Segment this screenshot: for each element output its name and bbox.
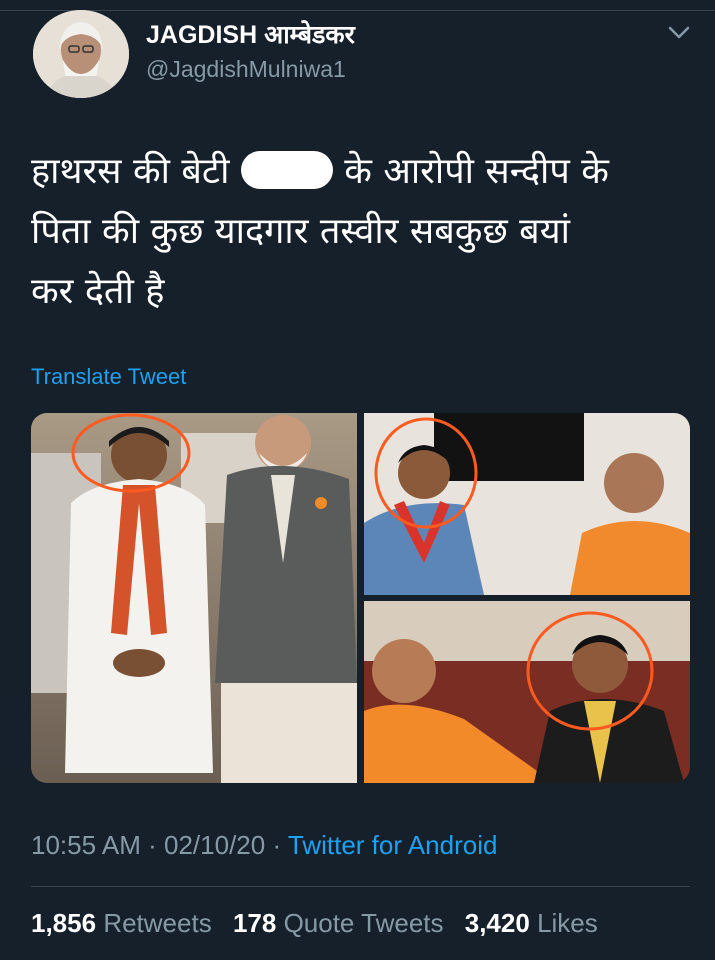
user-handle[interactable]: @JagdishMulniwa1: [146, 56, 346, 83]
tweet-photo-3[interactable]: [364, 601, 690, 783]
likes-label: Likes: [537, 908, 598, 938]
tweet-time: 10:55 AM: [31, 830, 141, 860]
avatar[interactable]: [33, 10, 129, 98]
avatar-image: [33, 10, 129, 98]
display-name[interactable]: JAGDISH आम्बेडकर: [146, 17, 355, 51]
top-divider: [0, 10, 715, 11]
retweets-stat[interactable]: 1,856 Retweets: [31, 908, 212, 938]
tweet-text: हाथरस की बेटी के आरोपी सन्दीप के पिता की…: [31, 142, 681, 322]
quotes-label: Quote Tweets: [283, 908, 444, 938]
divider: [31, 886, 690, 887]
retweets-label: Retweets: [103, 908, 212, 938]
tweet-metadata: 10:55 AM · 02/10/20 · Twitter for Androi…: [31, 830, 497, 861]
photo-grid: [31, 413, 690, 783]
retweets-count: 1,856: [31, 908, 97, 938]
tweet-photo-1[interactable]: [31, 413, 357, 783]
meta-separator: ·: [272, 830, 282, 860]
meta-separator: ·: [148, 830, 157, 860]
tweet-text-line1: हाथरस की बेटी के आरोपी सन्दीप के: [31, 142, 681, 202]
likes-count: 3,420: [464, 908, 530, 938]
tweet-text-line2: पिता की कुछ यादगार तस्वीर सबकुछ बयां: [31, 211, 570, 252]
likes-stat[interactable]: 3,420 Likes: [465, 908, 598, 938]
redaction-blob: [240, 151, 333, 189]
quotes-count: 178: [232, 908, 277, 938]
tweet-stats: 1,856 Retweets 178 Quote Tweets 3,420 Li…: [31, 908, 612, 939]
tweet-text-part: के आरोपी सन्दीप के: [332, 151, 609, 192]
tweet-date: 02/10/20: [164, 830, 266, 860]
chevron-down-icon[interactable]: [664, 20, 694, 44]
tweet-photo-2[interactable]: [364, 413, 690, 595]
tweet-source-link[interactable]: Twitter for Android: [288, 830, 498, 860]
tweet-text-part: हाथरस की बेटी: [31, 151, 241, 192]
translate-tweet-link[interactable]: Translate Tweet: [31, 364, 186, 390]
tweet-text-line3: कर देती है: [31, 271, 165, 312]
quote-tweets-stat[interactable]: 178 Quote Tweets: [233, 908, 444, 938]
